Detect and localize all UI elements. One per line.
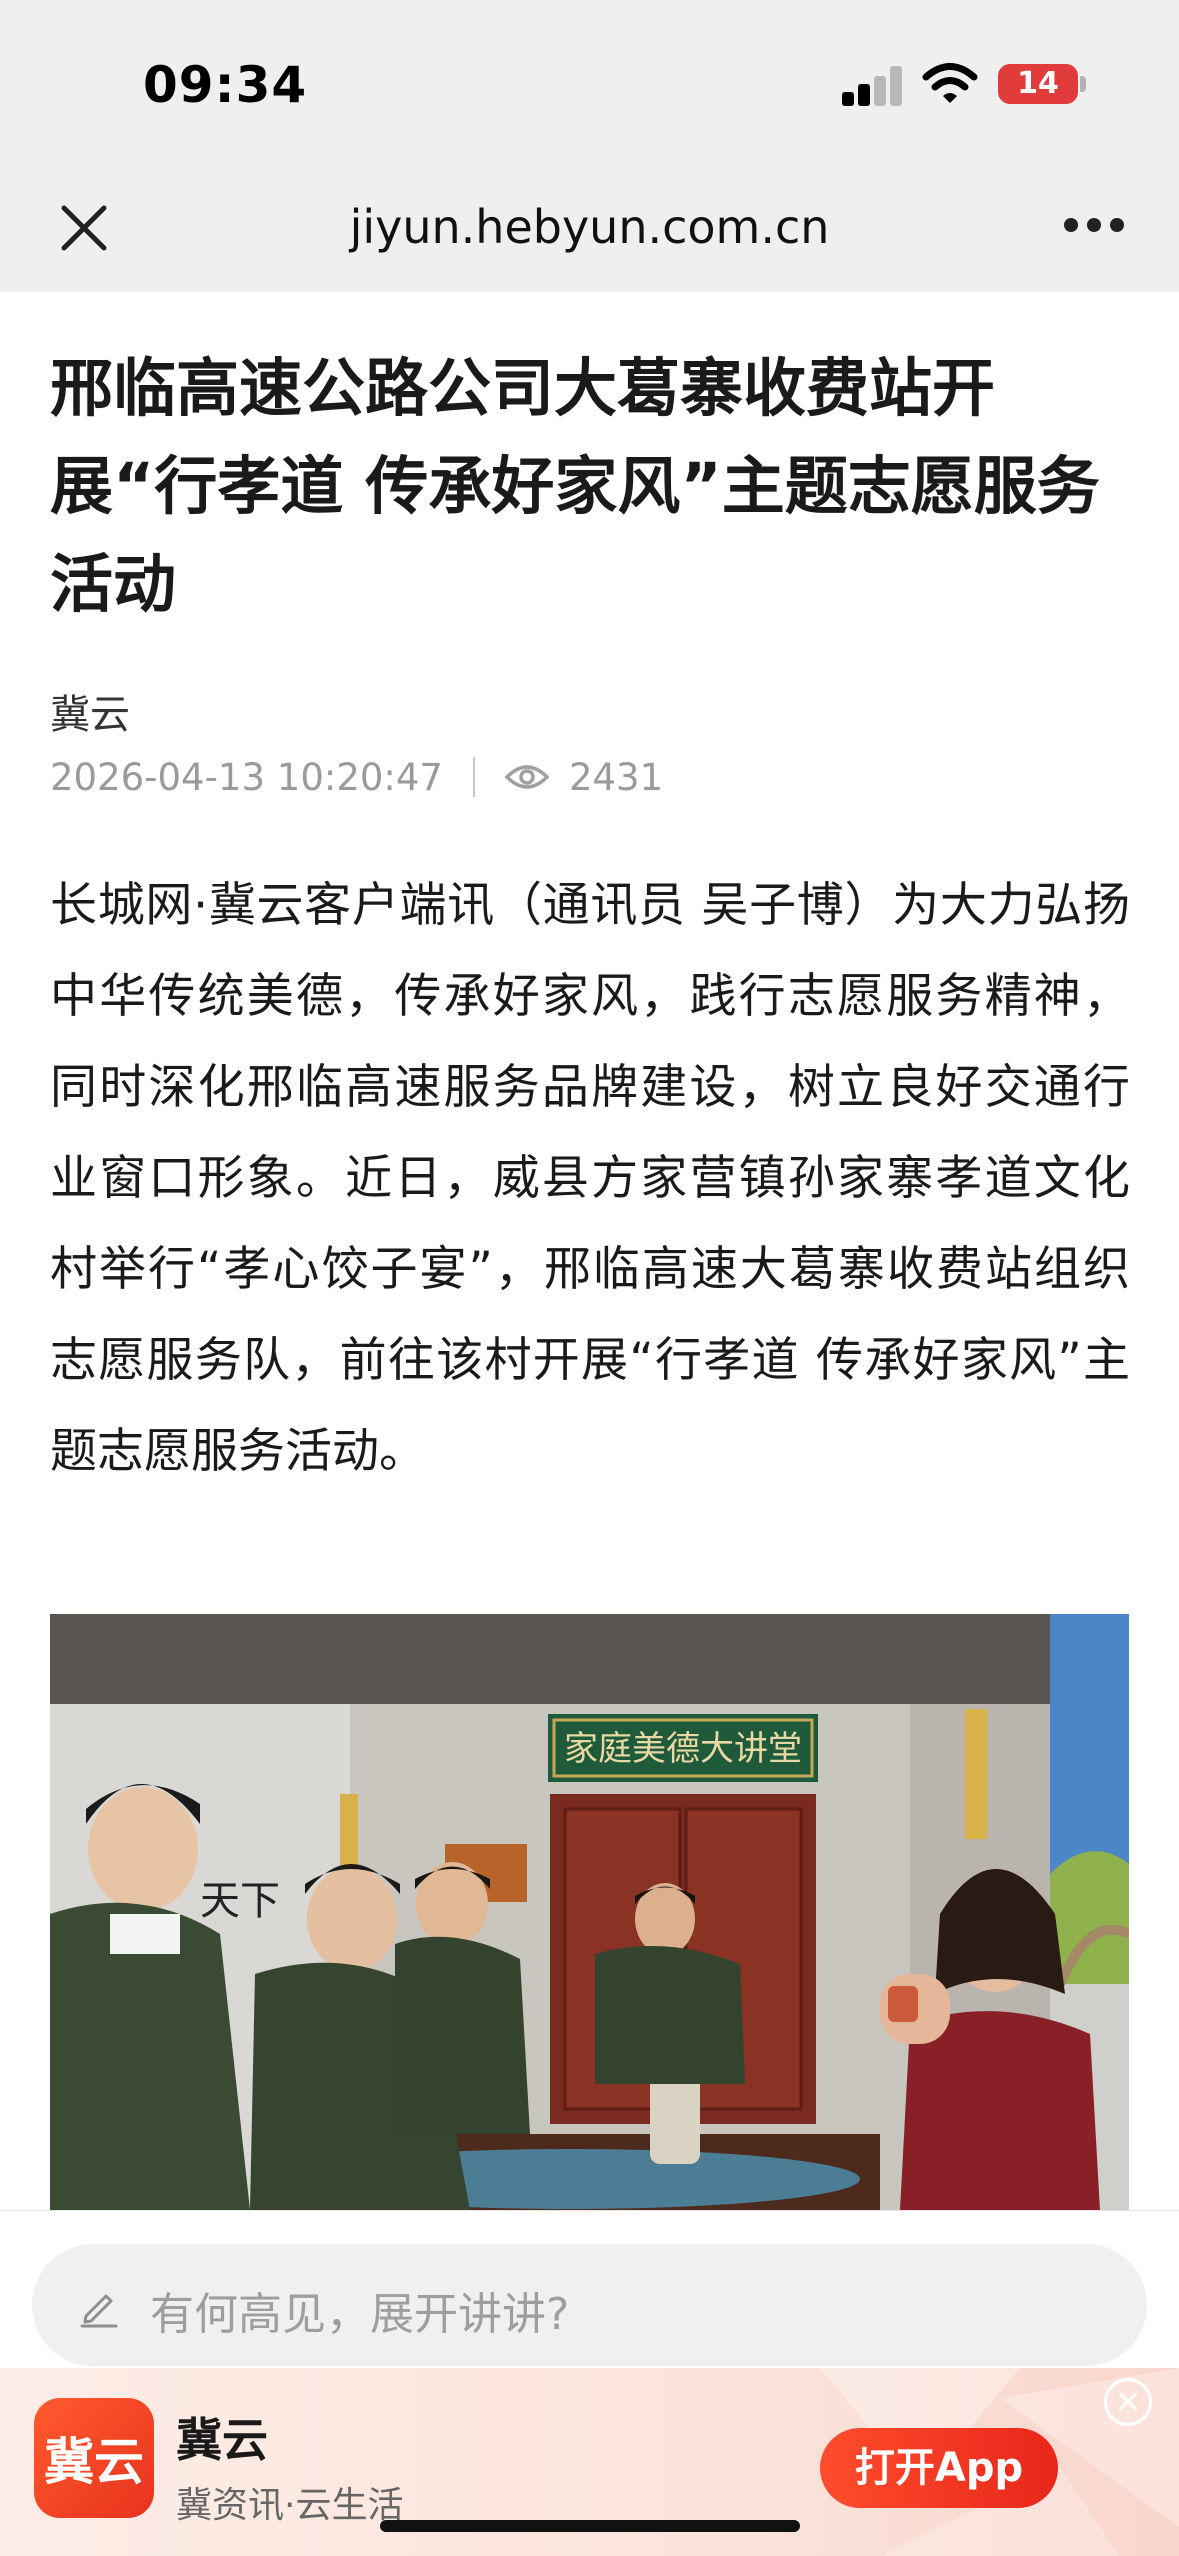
article-title: 邢临高速公路公司大葛寨收费站开展“行孝道 传承好家风”主题志愿服务活动	[50, 352, 1100, 621]
calligraphy-text: 天下	[200, 1878, 280, 1924]
comment-placeholder[interactable]: 有何高见，展开讲讲?	[150, 2278, 569, 2342]
wifi-icon	[922, 63, 978, 103]
article-photo[interactable]: 家庭美德大讲堂 天下	[50, 1614, 1129, 2210]
view-count: 2431	[568, 755, 664, 799]
cellular-signal-icon	[842, 64, 902, 106]
meta-divider	[472, 757, 475, 797]
app-slogan: 冀资讯·云生活	[176, 2485, 404, 2526]
page-url: jiyun.hebyun.com.cn	[349, 200, 830, 254]
article-source[interactable]: 冀云	[50, 682, 130, 740]
open-app-button[interactable]: 打开App	[820, 2428, 1058, 2508]
battery-tip	[1080, 76, 1086, 92]
article-body: 长城网·冀云客户端讯（通讯员 吴子博）为大力弘扬中华传统美德，传承好家风，践行志…	[50, 878, 1130, 1479]
article-meta: 2026-04-13 10:20:47 2431	[50, 752, 663, 802]
status-time: 09:34	[143, 56, 308, 114]
eye-icon	[504, 765, 549, 789]
publish-datetime: 2026-04-13 10:20:47	[50, 755, 443, 799]
more-options-icon[interactable]	[1064, 214, 1124, 238]
plaque-text: 家庭美德大讲堂	[564, 1729, 802, 1769]
close-banner-icon[interactable]	[1104, 2378, 1152, 2426]
battery-indicator: 14	[998, 64, 1078, 104]
app-name: 冀云	[176, 2413, 268, 2467]
app-logo[interactable]: 冀云	[34, 2398, 154, 2518]
pencil-icon	[80, 2294, 118, 2328]
home-indicator	[380, 2520, 800, 2532]
